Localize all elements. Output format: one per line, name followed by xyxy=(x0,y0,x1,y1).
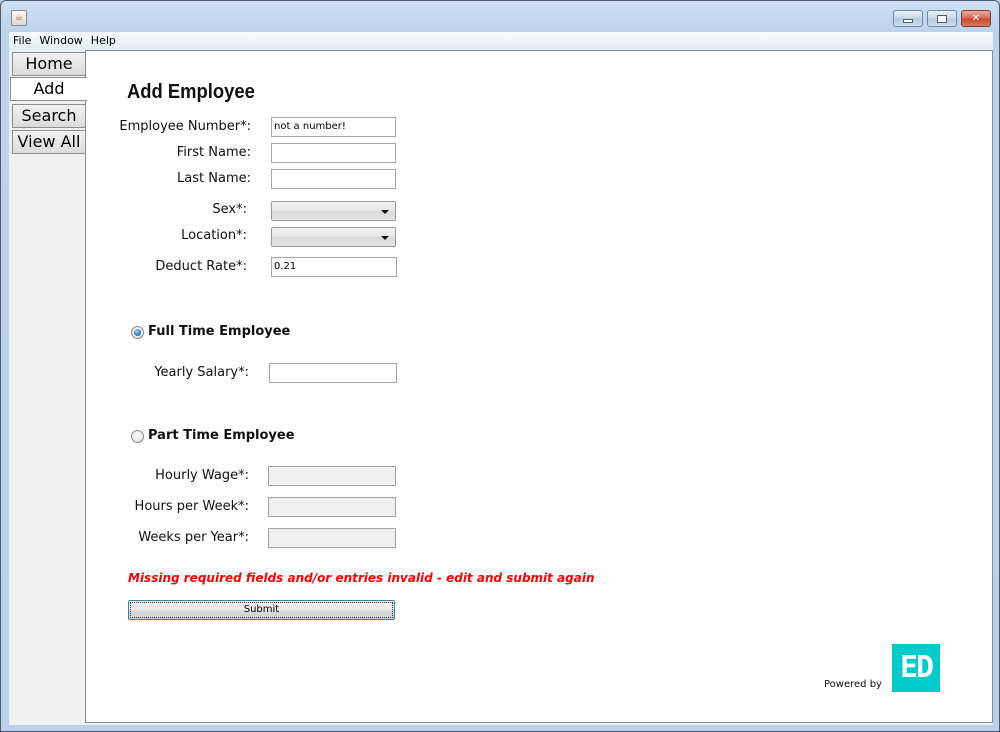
yearly-salary-label: Yearly Salary*: xyxy=(154,365,249,380)
chevron-down-icon xyxy=(381,236,389,240)
maximize-icon xyxy=(937,14,947,23)
submit-button[interactable]: Submit xyxy=(128,600,395,620)
error-message: Missing required fields and/or entries i… xyxy=(128,571,595,585)
hourly-wage-label: Hourly Wage*: xyxy=(155,468,249,483)
location-label: Location*: xyxy=(181,228,247,243)
employee-number-label: Employee Number*: xyxy=(119,119,251,134)
tab-add[interactable]: Add xyxy=(10,77,87,101)
location-dropdown[interactable] xyxy=(271,227,396,247)
ed-logo: ED xyxy=(892,644,940,692)
close-button[interactable]: ✕ xyxy=(961,10,991,27)
maximize-button[interactable] xyxy=(927,10,957,27)
tab-view-all[interactable]: View All xyxy=(12,130,86,154)
menu-file[interactable]: File xyxy=(9,32,35,50)
yearly-salary-input[interactable] xyxy=(269,363,397,383)
tab-home[interactable]: Home xyxy=(12,52,86,76)
full-time-radio[interactable] xyxy=(131,326,144,339)
deduct-rate-input[interactable]: 0.21 xyxy=(271,257,397,277)
weeks-per-year-input[interactable] xyxy=(268,528,396,548)
app-window: ☕ ✕ File Window Help Home Add Search Vie… xyxy=(0,0,1000,732)
weeks-per-year-label: Weeks per Year*: xyxy=(138,530,249,545)
minimize-button[interactable] xyxy=(893,10,923,27)
hourly-wage-input[interactable] xyxy=(268,466,396,486)
close-icon: ✕ xyxy=(971,13,981,24)
last-name-input[interactable] xyxy=(271,169,396,189)
menu-bar: File Window Help xyxy=(9,32,993,50)
page-title: Add Employee xyxy=(127,81,255,103)
sex-label: Sex*: xyxy=(212,202,247,217)
first-name-label: First Name: xyxy=(176,145,251,160)
menu-window[interactable]: Window xyxy=(35,32,86,50)
title-bar[interactable]: ☕ ✕ xyxy=(1,1,999,32)
full-time-label[interactable]: Full Time Employee xyxy=(148,324,290,339)
menu-help[interactable]: Help xyxy=(87,32,120,50)
employee-number-input[interactable]: not a number! xyxy=(271,117,396,137)
part-time-radio[interactable] xyxy=(131,430,144,443)
deduct-rate-label: Deduct Rate*: xyxy=(155,259,247,274)
java-icon[interactable]: ☕ xyxy=(11,10,27,26)
minimize-icon xyxy=(903,19,913,23)
part-time-label[interactable]: Part Time Employee xyxy=(148,428,295,443)
hours-per-week-input[interactable] xyxy=(268,497,396,517)
chevron-down-icon xyxy=(381,210,389,214)
first-name-input[interactable] xyxy=(271,143,396,163)
sidebar: Home Add Search View All xyxy=(9,50,87,725)
powered-by-label: Powered by xyxy=(824,679,882,690)
sex-dropdown[interactable] xyxy=(271,201,396,221)
last-name-label: Last Name: xyxy=(177,171,251,186)
tab-search[interactable]: Search xyxy=(12,104,86,128)
add-employee-panel: Add Employee Employee Number*: not a num… xyxy=(85,50,993,723)
client-area: Home Add Search View All Add Employee Em… xyxy=(9,50,993,725)
hours-per-week-label: Hours per Week*: xyxy=(134,499,249,514)
